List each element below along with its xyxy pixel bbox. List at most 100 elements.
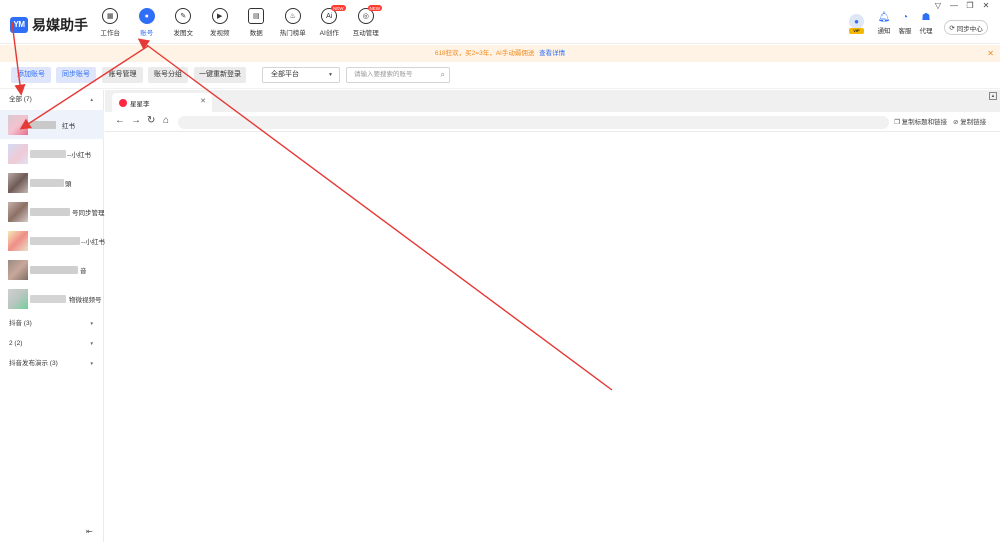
new-badge: NEW — [331, 5, 346, 11]
account-name: --小红书 — [67, 152, 91, 159]
nav-account[interactable]: ● 账号 — [129, 8, 166, 37]
account-name: 音 — [80, 268, 87, 275]
account-name: 红书 — [62, 123, 75, 130]
url-input[interactable] — [178, 116, 889, 129]
group-label: 抖音发布演示 (3) — [9, 360, 58, 367]
nav-post-video[interactable]: ▶ 发视频 — [202, 8, 239, 37]
search-icon: ⌕ — [440, 70, 445, 79]
account-manage-button[interactable]: 账号管理 — [102, 67, 143, 83]
account-item[interactable]: 红书 — [0, 110, 104, 139]
nav-interaction[interactable]: ◎ NEW 互动管理 — [348, 5, 385, 37]
nav-label: 发图文 — [173, 30, 194, 37]
tab-title: 星星李 — [130, 101, 150, 108]
add-account-button[interactable]: 添加账号 — [11, 67, 51, 83]
account-name: 物微视频号 — [69, 297, 102, 304]
minimize-icon[interactable]: — — [946, 1, 962, 11]
account-name: 頭 — [65, 181, 72, 188]
group-label: 2 (2) — [9, 340, 23, 347]
window-controls: ▽ — ❐ ✕ — [930, 1, 994, 11]
pen-icon: ✎ — [175, 8, 192, 24]
nav-label: 账号 — [140, 30, 154, 37]
group-douyin-demo[interactable]: 抖音发布演示 (3) ▼ — [0, 355, 104, 373]
home-icon[interactable]: ⌂ — [163, 115, 169, 126]
blurred-account-name — [30, 121, 56, 129]
browser-tab[interactable]: 星星李 ✕ — [112, 93, 212, 112]
dropdown-menu-icon[interactable]: ▽ — [930, 1, 946, 11]
copy-link-label: 复制链接 — [960, 119, 987, 126]
caret-down-icon: ▼ — [89, 321, 94, 326]
account-name: --小红书 — [81, 239, 105, 246]
vip-badge: VIP — [849, 28, 864, 34]
nav-hot-list[interactable]: ♨ 热门榜单 — [275, 8, 312, 37]
web-content-area[interactable] — [105, 133, 1000, 542]
account-avatar — [8, 231, 28, 251]
logo-mark-icon: YM — [10, 17, 28, 33]
blurred-account-name — [30, 237, 80, 245]
new-badge: NEW — [367, 5, 382, 11]
bell-icon: 🔔︎ — [877, 12, 891, 23]
notify-label: 通知 — [877, 28, 891, 35]
copy-link-button[interactable]: ⊘ 复制链接 — [953, 116, 986, 126]
platform-select-value: 全部平台 — [271, 71, 299, 78]
sync-center-button[interactable]: ⟳ 同步中心 — [944, 20, 988, 35]
group-douyin[interactable]: 抖音 (3) ▼ — [0, 315, 104, 333]
back-icon[interactable]: ← — [115, 115, 125, 126]
account-search-input[interactable]: 请输入要搜索的账号 ⌕ — [346, 67, 450, 83]
nav-post-image[interactable]: ✎ 发图文 — [165, 8, 202, 37]
account-item[interactable]: --小红书 — [0, 226, 105, 255]
agent-label: 代理 — [919, 28, 933, 35]
account-group-button[interactable]: 账号分组 — [148, 67, 188, 83]
nav-label: AI创作 — [319, 30, 339, 37]
nav-label: 工作台 — [100, 30, 121, 37]
pane-toggle-icon[interactable]: ▴ — [989, 92, 997, 100]
user-avatar[interactable]: ● — [849, 14, 864, 29]
app-logo: YM 易媒助手 — [10, 15, 88, 35]
account-avatar — [8, 173, 28, 193]
account-item[interactable]: 音 — [0, 255, 104, 284]
xiaohongshu-favicon-icon — [119, 99, 127, 107]
caret-down-icon: ▼ — [89, 341, 94, 346]
app-name: 易媒助手 — [32, 17, 88, 33]
platform-select[interactable]: 全部平台 ▼ — [262, 67, 340, 83]
account-item[interactable]: --小红书 — [0, 139, 104, 168]
nav-label: 互动管理 — [352, 30, 379, 37]
collapse-sidebar-icon[interactable]: ⇤ — [86, 527, 93, 536]
copy-title-link-button[interactable]: ❐ 复制标题和链接 — [894, 116, 947, 126]
restore-icon[interactable]: ❐ — [962, 1, 978, 11]
close-icon[interactable]: ✕ — [987, 45, 994, 62]
group-label: 全部 (7) — [9, 96, 32, 103]
notify-button[interactable]: 🔔︎ 通知 — [874, 12, 894, 35]
notice-detail-link[interactable]: 查看详情 — [539, 50, 565, 57]
account-item[interactable]: 物微视频号 — [0, 284, 104, 313]
group-all[interactable]: 全部 (7) ▲ — [0, 91, 104, 109]
account-toolbar: 添加账号 同步账号 账号管理 账号分组 一键重新登录 全部平台 ▼ 请输入要搜索… — [0, 62, 1000, 89]
caret-down-icon: ▼ — [89, 361, 94, 366]
refresh-icon[interactable]: ↻ — [147, 115, 155, 126]
service-button[interactable]: ◔ 客服 — [895, 12, 915, 35]
nav-data[interactable]: ▤ 数据 — [238, 8, 275, 37]
blurred-account-name — [30, 179, 64, 187]
nav-ai-create[interactable]: Ai NEW AI创作 — [311, 5, 348, 37]
nav-workbench[interactable]: ▦ 工作台 — [92, 8, 129, 37]
close-icon[interactable]: ✕ — [978, 1, 994, 11]
account-avatar — [8, 202, 28, 222]
data-icon: ▤ — [248, 8, 265, 24]
agent-button[interactable]: ☗ 代理 — [916, 12, 936, 35]
headset-icon: ◔ — [901, 12, 909, 23]
fire-icon: ♨ — [284, 8, 301, 24]
group-2[interactable]: 2 (2) ▼ — [0, 335, 104, 353]
account-item[interactable]: 号同步管理 — [0, 197, 105, 226]
sync-account-button[interactable]: 同步账号 — [56, 67, 96, 83]
account-avatar — [8, 260, 28, 280]
search-placeholder: 请输入要搜索的账号 — [354, 71, 413, 78]
relogin-all-button[interactable]: 一键重新登录 — [194, 67, 246, 83]
close-icon[interactable]: ✕ — [200, 97, 206, 105]
account-sidebar: 全部 (7) ▲ 红书 --小红书 頭 号同步管理 --小红书 音 物微视频号 … — [0, 90, 105, 542]
browser-tab-strip: 星星李 ✕ ▴ — [105, 90, 1000, 112]
account-avatar — [8, 289, 28, 309]
sync-center-label: 同步中心 — [956, 25, 983, 33]
top-bar: YM 易媒助手 ▦ 工作台 ● 账号 ✎ 发图文 ▶ 发视频 ▤ 数据 ♨ 热门… — [0, 0, 1000, 44]
blurred-account-name — [30, 266, 78, 274]
forward-icon[interactable]: → — [131, 115, 141, 126]
account-item[interactable]: 頭 — [0, 168, 104, 197]
